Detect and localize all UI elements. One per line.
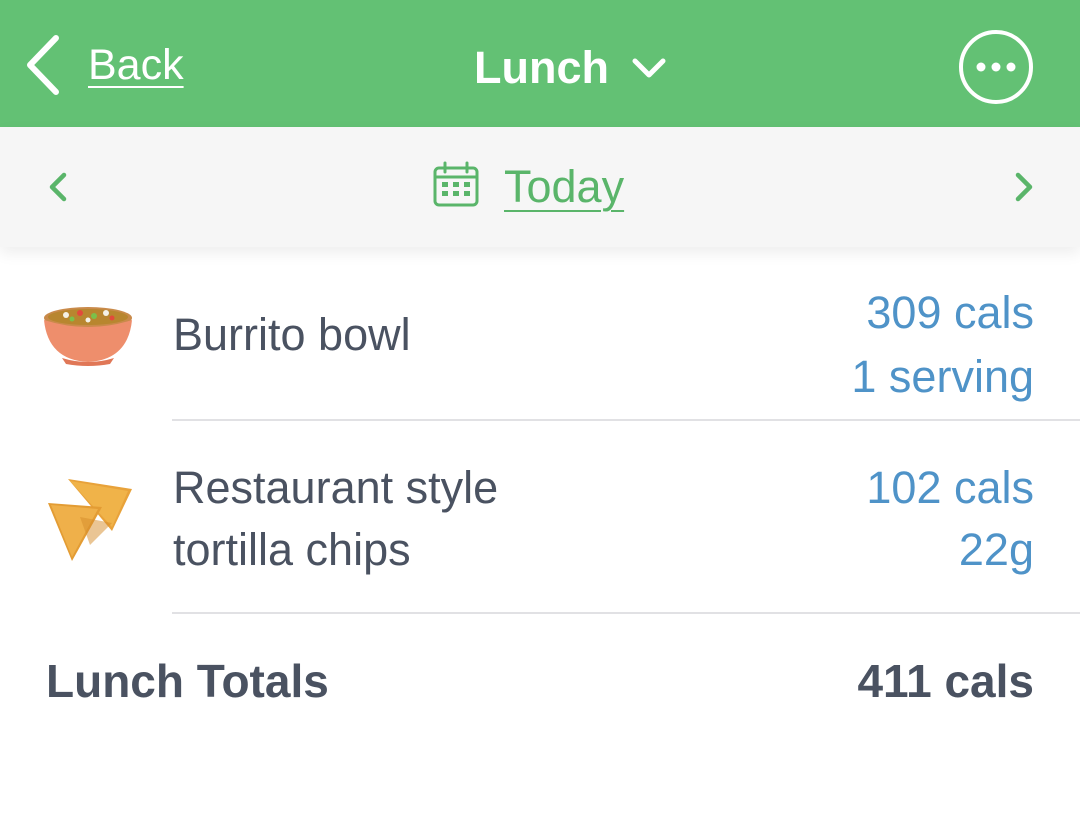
chevron-down-icon (609, 56, 667, 80)
next-day-button[interactable] (1004, 169, 1040, 205)
meal-screen: Back Lunch Today Burrito bowl 309 cals 1… (0, 0, 1080, 834)
food-item-burrito-bowl[interactable]: Burrito bowl 309 cals 1 serving (0, 270, 1080, 420)
date-bar: Today (0, 127, 1080, 247)
page-title: Lunch (474, 42, 609, 93)
food-calories: 309 cals (866, 287, 1034, 338)
chevron-right-icon (1004, 172, 1040, 209)
chevron-left-icon (42, 172, 78, 209)
date-label: Today (504, 161, 625, 212)
back-label: Back (88, 40, 184, 89)
food-amount: 22g (958, 524, 1034, 575)
top-nav-bar: Back Lunch (0, 0, 1080, 127)
food-calories: 102 cals (866, 462, 1034, 513)
burrito-bowl-icon (42, 304, 134, 371)
food-name: Burrito bowl (173, 309, 411, 360)
totals-value: 411 cals (857, 655, 1034, 707)
calendar-icon (432, 161, 480, 214)
food-name-line-2: tortilla chips (173, 524, 411, 575)
tortilla-chips-icon (42, 473, 134, 570)
food-item-tortilla-chips[interactable]: Restaurant style tortilla chips 102 cals… (0, 421, 1080, 613)
food-amount: 1 serving (851, 351, 1034, 402)
food-name-line-1: Restaurant style (173, 462, 499, 513)
more-options-button[interactable] (957, 28, 1035, 106)
totals-label: Lunch Totals (46, 655, 329, 707)
more-options-icon (957, 28, 1035, 106)
meal-selector[interactable]: Lunch (474, 38, 667, 98)
previous-day-button[interactable] (42, 169, 78, 205)
date-picker-button[interactable]: Today (432, 157, 624, 217)
chevron-left-icon (24, 34, 62, 96)
divider (172, 612, 1080, 614)
back-button[interactable]: Back (24, 30, 184, 100)
